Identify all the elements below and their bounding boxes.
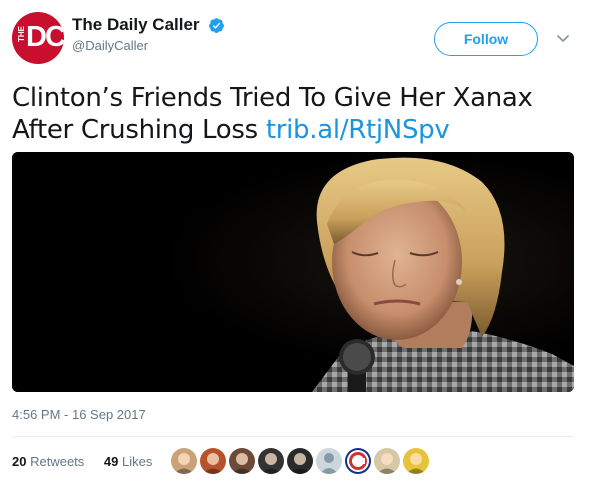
avatar-logo-small-text: THE: [17, 26, 26, 42]
liker-avatar[interactable]: [374, 448, 400, 474]
tweet-timestamp[interactable]: 4:56 PM - 16 Sep 2017: [12, 407, 146, 422]
account-handle[interactable]: @DailyCaller: [72, 38, 225, 53]
likes-label: Likes: [122, 454, 153, 469]
likes-count: 49: [103, 454, 119, 469]
default-egg-avatar-icon[interactable]: [316, 448, 342, 474]
liker-avatars: [171, 448, 432, 474]
liker-avatar[interactable]: [287, 448, 313, 474]
retweets-label: Retweets: [30, 454, 85, 469]
photo-portrait-woman-with-microphone: [12, 152, 574, 392]
verified-badge-icon: [209, 17, 224, 33]
follow-button[interactable]: Follow: [434, 22, 538, 56]
divider: [12, 436, 574, 437]
likes-stat[interactable]: 49 Likes: [104, 454, 152, 469]
avatar-logo-text: DC: [26, 21, 64, 53]
tweet-link[interactable]: trib.al/RtjNSpv: [266, 115, 450, 145]
account-avatar[interactable]: THE DC: [12, 12, 64, 64]
account-info: The Daily Caller @DailyCaller: [72, 15, 225, 53]
liker-avatar[interactable]: [200, 448, 226, 474]
tweet-stats: 20 Retweets 49 Likes: [12, 454, 152, 469]
account-display-name[interactable]: The Daily Caller: [72, 15, 200, 35]
tweet-text: Clinton’s Friends Tried To Give Her Xana…: [12, 82, 578, 146]
tweet-photo[interactable]: [12, 152, 574, 392]
retweets-count: 20: [12, 454, 27, 469]
retweets-stat[interactable]: 20 Retweets: [12, 454, 84, 469]
tweet-card: THE DC The Daily Caller @DailyCaller Fol…: [0, 0, 589, 481]
chevron-down-icon[interactable]: [553, 29, 573, 49]
liker-avatar[interactable]: [403, 448, 429, 474]
liker-avatar[interactable]: [229, 448, 255, 474]
cubs-logo-avatar-icon[interactable]: [345, 448, 371, 474]
liker-avatar[interactable]: [258, 448, 284, 474]
liker-avatar[interactable]: [171, 448, 197, 474]
